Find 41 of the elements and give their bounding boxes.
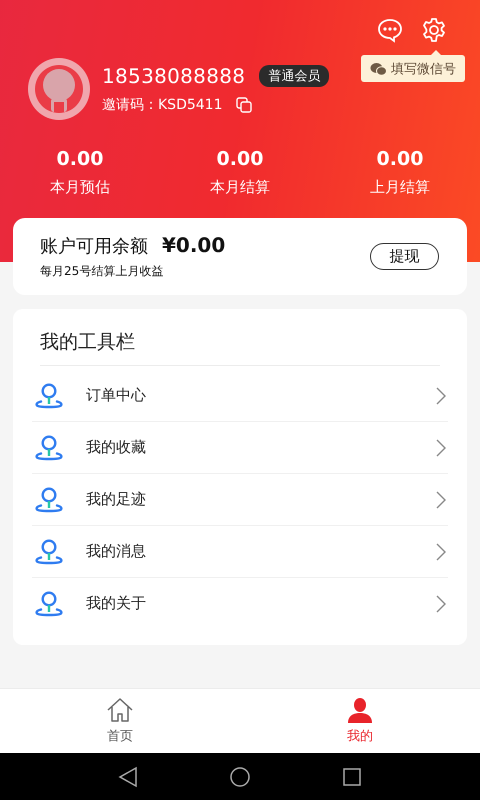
back-icon[interactable] bbox=[117, 766, 139, 788]
menu-item[interactable]: 我的足迹 bbox=[32, 474, 448, 526]
stat-value: 0.00 bbox=[376, 148, 424, 170]
home-icon bbox=[106, 697, 134, 723]
stat-value: 0.00 bbox=[56, 148, 104, 170]
menu-item[interactable]: 我的收藏 bbox=[32, 422, 448, 474]
location-pin-icon bbox=[34, 382, 64, 408]
recents-icon[interactable] bbox=[341, 766, 363, 788]
settlement-note: 每月25号结算上月收益 bbox=[40, 263, 164, 280]
invite-code: 邀请码：KSD5411 bbox=[102, 96, 222, 114]
chevron-right-icon bbox=[436, 594, 446, 612]
location-pin-icon bbox=[34, 538, 64, 564]
menu-item[interactable]: 我的关于 bbox=[32, 578, 448, 629]
chat-icon[interactable] bbox=[376, 16, 404, 44]
chevron-right-icon bbox=[436, 386, 446, 404]
stat-value: 0.00 bbox=[216, 148, 264, 170]
tab-item[interactable]: 首页 bbox=[0, 689, 240, 753]
avatar bbox=[28, 58, 90, 120]
menu-item[interactable]: 订单中心 bbox=[32, 370, 448, 422]
wechat-icon bbox=[370, 62, 387, 76]
chevron-right-icon bbox=[436, 490, 446, 508]
tab-item[interactable]: 我的 bbox=[240, 689, 480, 753]
copy-icon[interactable] bbox=[236, 97, 252, 113]
phone-number: 18538088888 bbox=[102, 64, 246, 88]
balance-amount: ¥0.00 bbox=[162, 233, 226, 257]
stat-label: 本月结算 bbox=[210, 178, 270, 197]
menu-item[interactable]: 我的消息 bbox=[32, 526, 448, 578]
person-icon bbox=[346, 697, 374, 723]
location-pin-icon bbox=[34, 434, 64, 460]
section-title: 我的工具栏 bbox=[39, 330, 136, 355]
chevron-right-icon bbox=[436, 542, 446, 560]
stat-label: 本月预估 bbox=[50, 178, 110, 197]
stat-label: 上月结算 bbox=[370, 178, 430, 197]
settings-icon[interactable] bbox=[420, 16, 448, 44]
member-badge: 普通会员 bbox=[259, 65, 330, 87]
location-pin-icon bbox=[34, 486, 64, 512]
withdraw-button[interactable]: 提现 bbox=[370, 243, 439, 270]
balance-label: 账户可用余额 bbox=[40, 235, 148, 258]
location-pin-icon bbox=[34, 590, 64, 616]
home-button-icon[interactable] bbox=[229, 766, 251, 788]
chevron-right-icon bbox=[436, 438, 446, 456]
